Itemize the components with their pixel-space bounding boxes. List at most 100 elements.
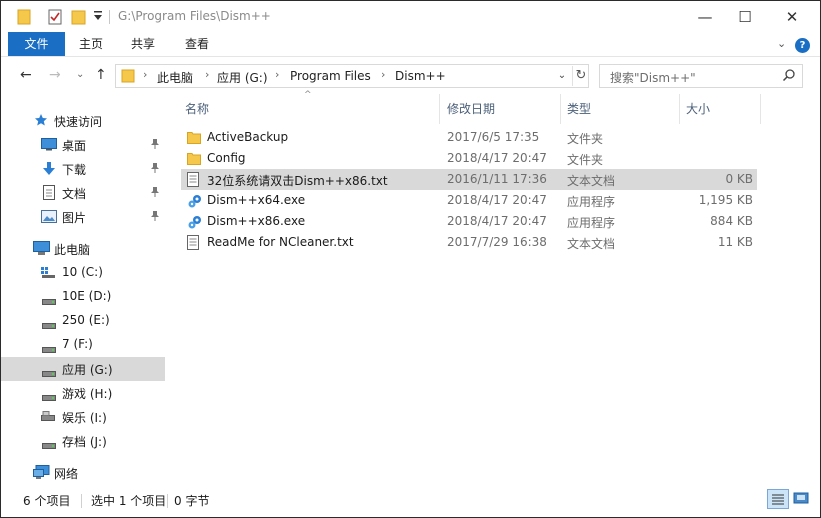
nav-quick-access[interactable]: 快速访问 [1, 109, 165, 133]
nav-label: 文档 [62, 187, 87, 201]
file-row[interactable]: Dism++x64.exe 2018/4/17 20:47 应用程序 1,195… [181, 190, 757, 211]
file-name: ReadMe for NCleaner.txt [207, 235, 354, 249]
file-name: ActiveBackup [207, 130, 289, 144]
address-dropdown-icon[interactable]: ⌄ [554, 67, 570, 85]
tab-home[interactable]: 主页 [73, 32, 109, 56]
refresh-button[interactable]: ↻ [572, 66, 589, 86]
nav-item-documents[interactable]: 文档 [1, 181, 165, 205]
nav-label: 应用 (G:) [62, 363, 113, 377]
column-divider[interactable] [679, 94, 680, 124]
file-date: 2017/6/5 17:35 [447, 130, 540, 144]
pin-icon[interactable] [150, 186, 160, 201]
file-date: 2018/4/17 20:47 [447, 151, 547, 165]
breadcrumb-this-pc[interactable]: 此电脑 [157, 69, 193, 86]
search-placeholder: 搜索"Dism++" [610, 71, 696, 85]
address-bar[interactable]: › 此电脑 › 应用 (G:) › Program Files › Dism++… [115, 64, 589, 88]
pin-icon[interactable] [150, 210, 160, 225]
column-divider[interactable] [439, 94, 440, 124]
column-divider[interactable] [560, 94, 561, 124]
back-button[interactable]: ← [20, 67, 32, 83]
nav-drive-j[interactable]: 存档 (J:) [1, 429, 165, 453]
drive-icon [42, 294, 56, 308]
nav-label: 游戏 (H:) [62, 387, 113, 401]
file-type: 应用程序 [567, 216, 616, 230]
pin-icon[interactable] [150, 138, 160, 153]
nav-item-downloads[interactable]: 下载 [1, 157, 165, 181]
search-input[interactable]: 搜索"Dism++" [599, 64, 803, 88]
nav-drive-i[interactable]: 娱乐 (I:) [1, 405, 165, 429]
status-bar: 6 个项目 选中 1 个项目 0 字节 [1, 484, 820, 517]
breadcrumb-dism[interactable]: Dism++ [395, 69, 446, 83]
column-header-name[interactable]: 名称 [185, 100, 209, 117]
file-type: 应用程序 [567, 195, 616, 209]
pin-icon[interactable] [150, 162, 160, 177]
folder-icon [187, 151, 201, 168]
nav-label: 10E (D:) [62, 289, 112, 303]
file-type: 文件夹 [567, 153, 604, 167]
breadcrumb-drive-g[interactable]: 应用 (G:) [217, 69, 268, 86]
file-row[interactable]: 32位系统请双击Dism++x86.txt 2016/1/11 17:36 文本… [181, 169, 757, 190]
large-icons-view-button[interactable] [791, 489, 813, 509]
breadcrumb-separator[interactable]: › [143, 68, 147, 81]
file-row[interactable]: ReadMe for NCleaner.txt 2017/7/29 16:38 … [181, 232, 757, 253]
file-row[interactable]: Dism++x86.exe 2018/4/17 20:47 应用程序 884 K… [181, 211, 757, 232]
nav-drive-h[interactable]: 游戏 (H:) [1, 381, 165, 405]
column-header-type[interactable]: 类型 [567, 100, 591, 117]
column-header-size[interactable]: 大小 [686, 100, 710, 117]
file-type: 文本文档 [567, 237, 616, 251]
file-row[interactable]: ActiveBackup 2017/6/5 17:35 文件夹 [181, 127, 757, 148]
file-type: 文件夹 [567, 132, 604, 146]
nav-item-desktop[interactable]: 桌面 [1, 133, 165, 157]
column-header-date[interactable]: 修改日期 [447, 100, 495, 117]
new-folder-icon[interactable] [71, 9, 87, 28]
breadcrumb-separator[interactable]: › [381, 68, 385, 81]
maximize-button[interactable]: ☐ [722, 1, 768, 32]
help-icon[interactable]: ? [795, 38, 810, 53]
file-name: 32位系统请双击Dism++x86.txt [207, 174, 388, 188]
star-icon [34, 113, 48, 130]
breadcrumb-program-files[interactable]: Program Files [290, 69, 371, 83]
expand-ribbon-icon[interactable]: ⌄ [777, 37, 786, 50]
forward-button[interactable]: → [49, 67, 61, 83]
quick-access-dropdown-icon[interactable] [93, 10, 103, 25]
tab-share[interactable]: 共享 [125, 32, 161, 56]
nav-drive-g[interactable]: 应用 (G:) [1, 357, 165, 381]
status-separator [81, 494, 82, 508]
network-icon [33, 465, 50, 483]
drive-icon [42, 318, 56, 332]
file-size: 884 KB [710, 214, 753, 228]
nav-item-pictures[interactable]: 图片 [1, 205, 165, 229]
details-view-button[interactable] [767, 489, 789, 509]
file-row[interactable]: Config 2018/4/17 20:47 文件夹 [181, 148, 757, 169]
up-button[interactable]: ↑ [95, 67, 107, 83]
nav-label: 桌面 [62, 139, 87, 153]
column-divider[interactable] [760, 94, 761, 124]
properties-icon[interactable] [47, 9, 63, 28]
nav-network[interactable]: 网络 [1, 461, 165, 485]
text-file-icon [187, 235, 199, 253]
nav-label: 图片 [62, 211, 87, 225]
file-date: 2018/4/17 20:47 [447, 214, 547, 228]
folder-icon [121, 69, 135, 86]
breadcrumb-separator[interactable]: › [205, 68, 209, 81]
nav-label: 250 (E:) [62, 313, 110, 327]
tab-file[interactable]: 文件 [8, 32, 65, 56]
nav-this-pc[interactable]: 此电脑 [1, 237, 165, 261]
file-date: 2016/1/11 17:36 [447, 172, 547, 186]
nav-drive-c[interactable]: 10 (C:) [1, 261, 165, 285]
search-icon[interactable] [782, 68, 796, 85]
drive-icon [41, 411, 56, 425]
file-name: Dism++x86.exe [207, 214, 306, 228]
tab-view[interactable]: 查看 [179, 32, 215, 56]
recent-locations-button[interactable]: ⌄ [76, 69, 84, 80]
close-button[interactable]: ✕ [769, 1, 815, 32]
status-separator [167, 494, 168, 508]
nav-drive-f[interactable]: 7 (F:) [1, 333, 165, 357]
sort-ascending-icon: ^ [304, 90, 312, 100]
desktop-icon [41, 138, 57, 154]
title-bar: G:\Program Files\Dism++ — ☐ ✕ [1, 1, 820, 32]
nav-drive-e[interactable]: 250 (E:) [1, 309, 165, 333]
breadcrumb-separator[interactable]: › [275, 68, 279, 81]
folder-app-icon[interactable] [17, 9, 31, 28]
nav-drive-d[interactable]: 10E (D:) [1, 285, 165, 309]
